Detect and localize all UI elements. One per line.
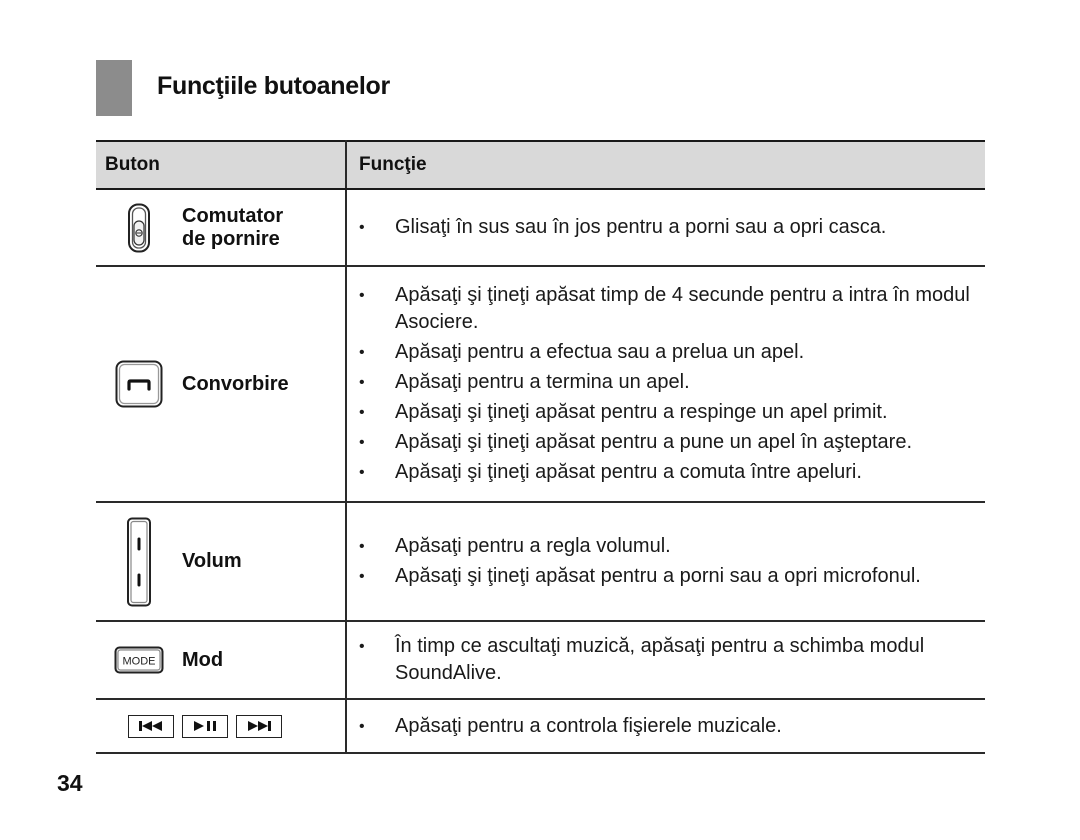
table-row: Convorbire Apăsaţi şi ţineţi apăsat timp… — [96, 266, 985, 503]
function-list: Apăsaţi şi ţineţi apăsat timp de 4 secun… — [347, 282, 985, 486]
function-list: Glisaţi în sus sau în jos pentru a porni… — [347, 214, 985, 241]
function-item: Apăsaţi şi ţineţi apăsat timp de 4 secun… — [359, 282, 985, 336]
page-number: 34 — [57, 770, 83, 796]
function-list: În timp ce ascultaţi muzică, apăsaţi pen… — [347, 633, 985, 687]
function-item: Apăsaţi pentru a regla volumul. — [359, 533, 985, 560]
button-name: Mod — [182, 648, 224, 671]
function-list: Apăsaţi pentru a controla fişierele muzi… — [347, 713, 985, 740]
table-row: Comutatorde pornire Glisaţi în sus sau î… — [96, 189, 985, 267]
play-pause-icon — [182, 714, 228, 738]
function-item: Apăsaţi şi ţineţi apăsat pentru a porni … — [359, 563, 985, 590]
table-row: Apăsaţi pentru a controla fişierele muzi… — [96, 699, 985, 754]
mode-button-icon: MODE — [96, 646, 182, 674]
button-name: Convorbire — [182, 372, 289, 395]
function-item: Apăsaţi şi ţineţi apăsat pentru a comuta… — [359, 459, 985, 486]
function-item: În timp ce ascultaţi muzică, apăsaţi pen… — [359, 633, 985, 687]
call-button-icon — [96, 360, 182, 408]
function-item: Apăsaţi pentru a controla fişierele muzi… — [359, 713, 985, 740]
button-name: Comutator de pornire — [182, 204, 284, 250]
function-item: Apăsaţi şi ţineţi apăsat pentru a pune u… — [359, 429, 985, 456]
button-name: Volum — [182, 550, 242, 572]
table-header-row: Buton Funcţie — [96, 140, 985, 190]
table-row: MODE Mod În timp ce ascultaţi muzică, ap… — [96, 621, 985, 700]
header-button: Buton — [96, 140, 347, 190]
header-function: Funcţie — [346, 140, 985, 190]
next-track-icon — [236, 714, 282, 738]
section-title: Funcţiile butoanelor — [157, 72, 390, 100]
section-marker — [96, 60, 132, 116]
previous-track-icon — [128, 714, 174, 738]
volume-rocker-icon — [96, 517, 182, 607]
function-item: Glisaţi în sus sau în jos pentru a porni… — [359, 214, 985, 241]
function-item: Apăsaţi pentru a termina un apel. — [359, 369, 985, 396]
function-item: Apăsaţi şi ţineţi apăsat pentru a respin… — [359, 399, 985, 426]
function-list: Apăsaţi pentru a regla volumul. Apăsaţi … — [347, 533, 985, 590]
function-item: Apăsaţi pentru a efectua sau a prelua un… — [359, 339, 985, 366]
button-functions-table: Buton Funcţie Comutator de pornire • Gli… — [96, 140, 985, 754]
table-row: Volum Apăsaţi pentru a regla volumul. Ap… — [96, 502, 985, 622]
mode-icon-text: MODE — [123, 656, 156, 668]
power-switch-icon — [96, 203, 182, 253]
